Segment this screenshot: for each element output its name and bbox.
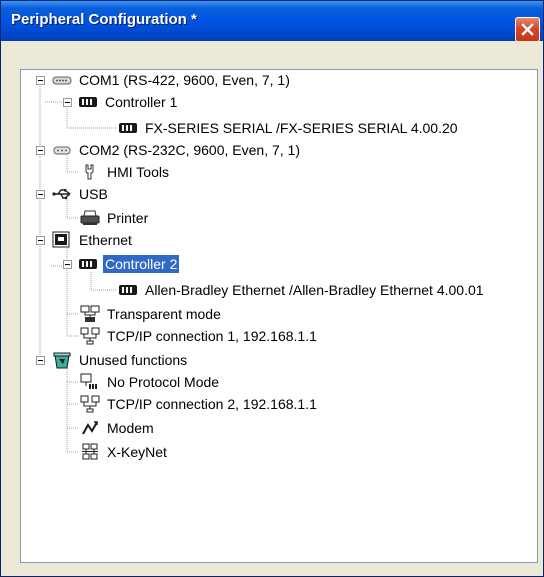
com1-expander[interactable]	[36, 76, 45, 85]
controller-icon	[77, 255, 99, 273]
modem-label: Modem	[107, 420, 154, 436]
controller2-label: Controller 2	[103, 255, 180, 273]
tree-node-no-protocol-mode[interactable]: No Protocol Mode	[79, 372, 221, 392]
transparent-mode-label: Transparent mode	[107, 306, 221, 322]
client-area: COM1 (RS-422, 9600, Even, 7, 1) Controll…	[4, 41, 540, 574]
hmi-tools-label: HMI Tools	[107, 164, 169, 180]
window-title: Peripheral Configuration *	[11, 11, 197, 28]
recycle-bin-icon	[51, 351, 73, 369]
peripheral-tree[interactable]: COM1 (RS-422, 9600, Even, 7, 1) Controll…	[20, 69, 538, 563]
com1-label: COM1 (RS-422, 9600, Even, 7, 1)	[79, 72, 290, 88]
transparent-mode-icon	[79, 305, 101, 323]
tree-node-xkeynet[interactable]: X-KeyNet	[79, 442, 169, 462]
controller2-expander[interactable]	[63, 260, 72, 269]
com2-label: COM2 (RS-232C, 9600, Even, 7, 1)	[79, 142, 300, 158]
network-connection-icon	[79, 327, 101, 345]
no-protocol-mode-label: No Protocol Mode	[107, 374, 220, 390]
ab-driver-label: Allen-Bradley Ethernet /Allen-Bradley Et…	[145, 282, 484, 298]
tcp-connection-1-label: TCP/IP connection 1, 192.168.1.1	[107, 328, 317, 344]
modem-icon	[79, 419, 101, 437]
tree-node-tcp-connection-2[interactable]: TCP/IP connection 2, 192.168.1.1	[79, 394, 319, 414]
close-button[interactable]	[515, 17, 540, 42]
controller1-expander[interactable]	[63, 98, 72, 107]
tree-node-com1[interactable]: COM1 (RS-422, 9600, Even, 7, 1)	[51, 70, 292, 90]
tree-node-transparent-mode[interactable]: Transparent mode	[79, 304, 223, 324]
title-bar[interactable]: Peripheral Configuration *	[1, 1, 543, 41]
printer-label: Printer	[107, 210, 149, 226]
tree-node-controller2[interactable]: Controller 2	[77, 254, 180, 274]
usb-expander[interactable]	[36, 190, 45, 199]
tree-node-ab-driver[interactable]: Allen-Bradley Ethernet /Allen-Bradley Et…	[117, 280, 486, 300]
peripheral-configuration-window: Peripheral Configuration * COM1 (RS-422,…	[0, 0, 544, 577]
tree-node-ethernet[interactable]: Ethernet	[51, 230, 134, 250]
printer-icon	[79, 209, 101, 227]
tree-node-controller1[interactable]: Controller 1	[77, 92, 179, 112]
close-icon	[521, 23, 534, 36]
xkeynet-icon	[79, 443, 101, 461]
driver-icon	[117, 119, 139, 137]
tree-node-usb[interactable]: USB	[51, 184, 110, 204]
ethernet-expander[interactable]	[36, 236, 45, 245]
tree-node-hmi-tools[interactable]: HMI Tools	[79, 162, 171, 182]
controller-icon	[77, 93, 99, 111]
unused-functions-label: Unused functions	[79, 352, 188, 368]
usb-icon	[51, 185, 73, 203]
network-connection-icon	[79, 395, 101, 413]
ethernet-icon	[51, 231, 73, 249]
driver-icon	[117, 281, 139, 299]
com2-expander[interactable]	[36, 146, 45, 155]
tree-node-tcp-connection-1[interactable]: TCP/IP connection 1, 192.168.1.1	[79, 326, 319, 346]
hmi-tools-icon	[79, 163, 101, 181]
usb-label: USB	[79, 186, 108, 202]
tree-node-printer[interactable]: Printer	[79, 208, 150, 228]
tree-node-unused-functions[interactable]: Unused functions	[51, 350, 189, 370]
controller1-label: Controller 1	[105, 94, 178, 110]
xkeynet-label: X-KeyNet	[107, 444, 167, 460]
ethernet-label: Ethernet	[79, 232, 132, 248]
serial-port-icon	[51, 71, 73, 89]
unused-expander[interactable]	[36, 356, 45, 365]
serial-port-icon	[51, 141, 73, 159]
no-protocol-icon	[79, 373, 101, 391]
tree-node-com2[interactable]: COM2 (RS-232C, 9600, Even, 7, 1)	[51, 140, 302, 160]
tree-node-modem[interactable]: Modem	[79, 418, 156, 438]
fx-driver-label: FX-SERIES SERIAL /FX-SERIES SERIAL 4.00.…	[145, 120, 458, 136]
tcp-connection-2-label: TCP/IP connection 2, 192.168.1.1	[107, 396, 317, 412]
tree-node-fx-driver[interactable]: FX-SERIES SERIAL /FX-SERIES SERIAL 4.00.…	[117, 118, 460, 138]
